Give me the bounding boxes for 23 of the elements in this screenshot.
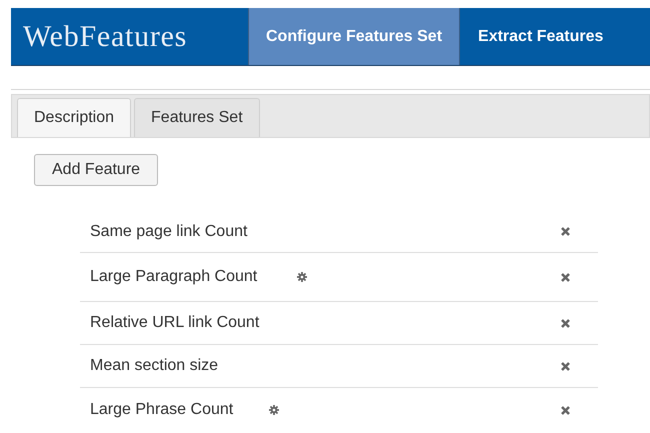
remove-icon[interactable] bbox=[560, 360, 571, 372]
remove-icon[interactable] bbox=[560, 318, 571, 328]
feature-name: Large Paragraph Count bbox=[90, 267, 258, 287]
gear-icon[interactable] bbox=[297, 272, 308, 282]
remove-icon[interactable] bbox=[560, 404, 571, 416]
remove-icon[interactable] bbox=[560, 272, 571, 282]
tab[interactable]: Description bbox=[17, 98, 132, 137]
feature-name: Same page link Count bbox=[90, 222, 248, 242]
brand-logo[interactable]: WebFeatures bbox=[11, 8, 248, 65]
nav-link[interactable]: Extract Features bbox=[460, 8, 622, 65]
feature-row[interactable]: Large Paragraph Count bbox=[80, 253, 598, 302]
feature-row[interactable]: Large Phrase Count bbox=[80, 388, 598, 432]
feature-row[interactable]: Same page link Count bbox=[80, 211, 598, 253]
feature-name: Relative URL link Count bbox=[90, 313, 260, 333]
add-feature-button[interactable]: Add Feature bbox=[34, 154, 158, 186]
gear-icon[interactable] bbox=[269, 405, 280, 415]
feature-row[interactable]: Mean section size bbox=[80, 345, 598, 388]
tab[interactable]: Features Set bbox=[134, 98, 260, 137]
feature-name: Mean section size bbox=[90, 356, 218, 376]
nav-link[interactable]: Configure Features Set bbox=[248, 8, 460, 65]
remove-icon[interactable] bbox=[560, 226, 571, 237]
feature-row[interactable]: Relative URL link Count bbox=[80, 302, 598, 345]
feature-name: Large Phrase Count bbox=[90, 400, 234, 420]
